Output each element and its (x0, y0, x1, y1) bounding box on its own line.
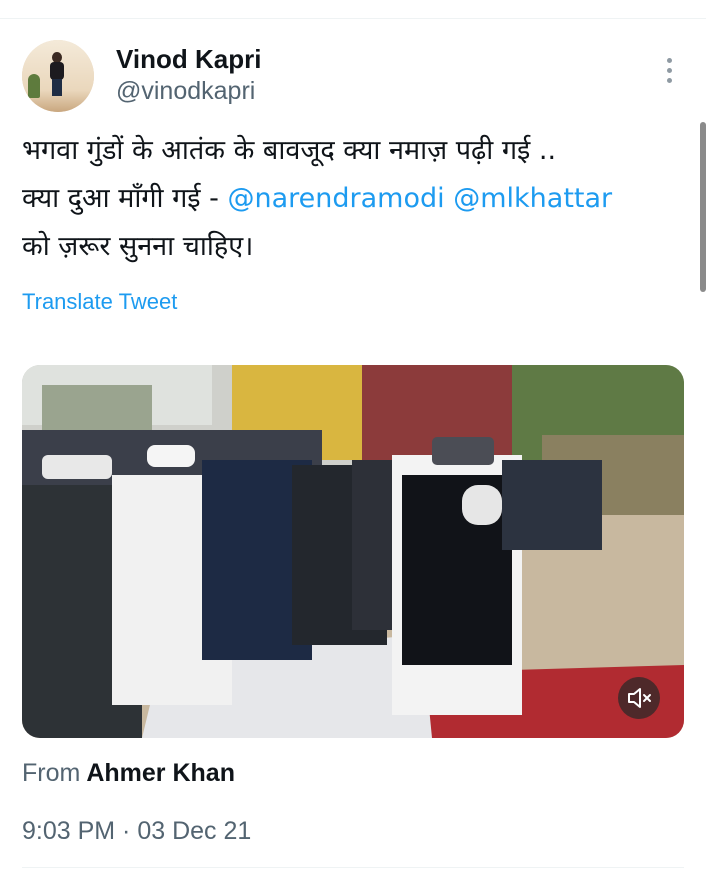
avatar[interactable] (22, 40, 94, 112)
tweet-text-line-2: क्या दुआ माँगी गई - @narendramodi @mlkha… (22, 175, 690, 223)
attribution-label: From (22, 759, 81, 787)
more-dot (667, 68, 672, 73)
avatar-person-torso (50, 62, 64, 80)
tweet-header: Vinod Kapri @vinodkapri (22, 40, 682, 112)
tweet-video[interactable] (22, 365, 684, 738)
translate-tweet-link[interactable]: Translate Tweet (22, 288, 177, 316)
tweet-timestamp[interactable]: 9:03 PM · 03 Dec 21 (22, 815, 251, 847)
video-attribution: From Ahmer Khan (22, 757, 235, 789)
more-vertical-icon[interactable] (662, 56, 678, 84)
mention-link[interactable]: @mlkhattar (453, 183, 612, 214)
attribution-name[interactable]: Ahmer Khan (86, 759, 235, 787)
bottom-divider (22, 867, 684, 868)
more-dot (667, 58, 672, 63)
mention-link[interactable]: @narendramodi (227, 183, 444, 214)
tweet-text-line-1: भगवा गुंडों के आतंक के बावजूद क्या नमाज़… (22, 135, 557, 166)
avatar-person-legs (52, 79, 62, 96)
cap-white (147, 445, 195, 467)
elder-beard (462, 485, 502, 525)
top-divider (0, 18, 706, 19)
author-handle[interactable]: @vinodkapri (116, 76, 255, 106)
tweet-text: भगवा गुंडों के आतंक के बावजूद क्या नमाज़… (22, 127, 690, 271)
tweet-text-line-2-prefix: क्या दुआ माँगी गई - (22, 183, 228, 214)
avatar-plant (28, 74, 40, 98)
tweet-text-line-3: को ज़रूर सुनना चाहिए। (22, 231, 254, 262)
mute-button[interactable] (618, 677, 660, 719)
row-people-right (502, 460, 602, 550)
more-dot (667, 78, 672, 83)
scrollbar[interactable] (700, 122, 706, 292)
speaker-muted-icon (628, 688, 651, 708)
cap-left (42, 455, 112, 479)
author-name[interactable]: Vinod Kapri (116, 44, 261, 74)
elder-cap (432, 437, 494, 465)
video-frame (22, 365, 684, 738)
avatar-person (48, 52, 66, 96)
